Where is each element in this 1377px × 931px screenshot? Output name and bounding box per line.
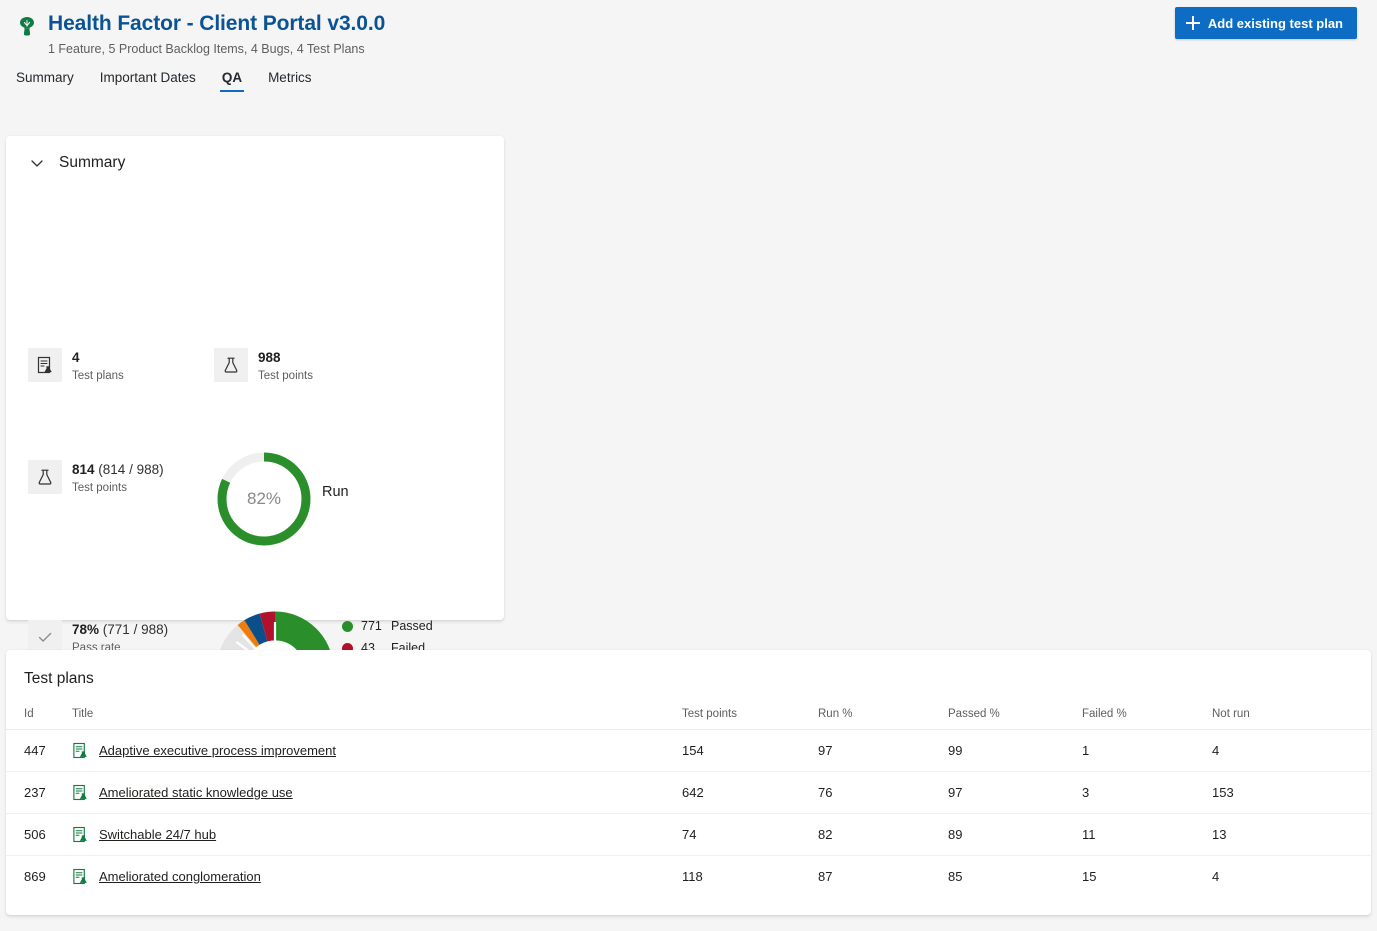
legend-dot-passed [342,621,353,632]
column-header-id[interactable]: Id [6,702,72,730]
chevron-down-icon[interactable] [29,155,45,171]
page-title: Health Factor - Client Portal v3.0.0 [48,10,385,37]
legend-item-passed: 771 Passed [342,615,462,637]
test-plan-icon [72,784,89,801]
table-header-row: Id Title Test points Run % Passed % Fail… [6,702,1371,730]
column-header-failed-pct[interactable]: Failed % [1082,702,1212,730]
cell-id: 506 [6,814,72,856]
tab-bar: Summary Important Dates QA Metrics [0,68,1377,104]
summary-card-header[interactable]: Summary [22,154,488,172]
cell-not-run: 4 [1212,730,1371,772]
add-existing-test-plan-button[interactable]: Add existing test plan [1175,7,1357,39]
table-row[interactable]: 869 Ameliorated conglomeration 11 [6,856,1371,898]
column-header-test-points[interactable]: Test points [682,702,818,730]
metric-test-plans-value: 4 [72,350,80,365]
test-plan-link[interactable]: Ameliorated conglomeration [99,869,261,884]
column-header-title[interactable]: Title [72,702,682,730]
cell-failed-pct: 11 [1082,814,1212,856]
cell-id: 869 [6,856,72,898]
test-plan-icon [72,826,89,843]
metric-run-label: Test points [72,480,164,496]
tab-summary[interactable]: Summary [14,68,76,92]
cell-passed-pct: 89 [948,814,1082,856]
check-icon [28,620,62,654]
cell-passed-pct: 97 [948,772,1082,814]
cell-failed-pct: 1 [1082,730,1212,772]
test-plan-icon [28,348,62,382]
cell-run-pct: 87 [818,856,948,898]
test-plan-link[interactable]: Ameliorated static knowledge use [99,785,293,800]
table-row[interactable]: 237 Ameliorated static knowledge use [6,772,1371,814]
cell-passed-pct: 85 [948,856,1082,898]
test-plans-title: Test plans [6,650,1371,688]
cell-test-points: 74 [682,814,818,856]
cell-run-pct: 97 [818,730,948,772]
column-header-passed-pct[interactable]: Passed % [948,702,1082,730]
metric-pass-rate-value: 78% (771 / 988) [72,622,168,637]
test-plans-card: Test plans Id Title Test points Run % Pa… [6,650,1371,915]
summary-metrics-top: 4 Test plans 988 Test points [28,348,313,384]
cell-test-points: 154 [682,730,818,772]
tab-metrics[interactable]: Metrics [266,68,314,92]
metric-test-points-run: 814 (814 / 988) Test points [28,460,164,496]
page-header: Health Factor - Client Portal v3.0.0 1 F… [0,0,1377,68]
plus-icon [1186,16,1200,30]
cell-title: Ameliorated conglomeration [72,856,682,898]
cell-not-run: 153 [1212,772,1371,814]
cell-test-points: 642 [682,772,818,814]
broccoli-icon [14,14,40,40]
summary-card: Summary 4 Test plans [6,136,504,620]
tab-qa[interactable]: QA [220,68,244,92]
cell-passed-pct: 99 [948,730,1082,772]
test-plan-link[interactable]: Adaptive executive process improvement [99,743,336,758]
cell-id: 237 [6,772,72,814]
test-plan-icon [72,742,89,759]
flask-icon [28,460,62,494]
metric-test-points-label: Test points [258,368,313,384]
cell-failed-pct: 3 [1082,772,1212,814]
cell-run-pct: 76 [818,772,948,814]
test-plans-table: Id Title Test points Run % Passed % Fail… [6,702,1371,897]
cell-test-points: 118 [682,856,818,898]
table-row[interactable]: 506 Switchable 24/7 hub 74 [6,814,1371,856]
cell-run-pct: 82 [818,814,948,856]
cell-title: Adaptive executive process improvement [72,730,682,772]
cell-id: 447 [6,730,72,772]
table-row[interactable]: 447 Adaptive executive process improveme… [6,730,1371,772]
column-header-not-run[interactable]: Not run [1212,702,1371,730]
run-percent-label: 82% [213,448,315,550]
test-plan-link[interactable]: Switchable 24/7 hub [99,827,216,842]
test-plan-icon [72,868,89,885]
cell-not-run: 4 [1212,856,1371,898]
summary-heading: Summary [59,154,125,172]
metric-test-points-total: 988 Test points [214,348,313,384]
metric-test-points-value: 988 [258,350,281,365]
cell-failed-pct: 15 [1082,856,1212,898]
legend-count-passed: 771 [361,619,391,633]
cell-not-run: 13 [1212,814,1371,856]
run-chart-label: Run [322,484,349,500]
metric-run-value: 814 (814 / 988) [72,462,164,477]
column-header-run-pct[interactable]: Run % [818,702,948,730]
cell-title: Switchable 24/7 hub [72,814,682,856]
legend-label-passed: Passed [391,619,433,633]
metric-test-plans-label: Test plans [72,368,124,384]
add-button-label: Add existing test plan [1208,16,1343,31]
page-subtitle: 1 Feature, 5 Product Backlog Items, 4 Bu… [48,40,385,58]
metric-test-plans: 4 Test plans [28,348,214,384]
tab-important-dates[interactable]: Important Dates [98,68,198,92]
cell-title: Ameliorated static knowledge use [72,772,682,814]
flask-icon [214,348,248,382]
